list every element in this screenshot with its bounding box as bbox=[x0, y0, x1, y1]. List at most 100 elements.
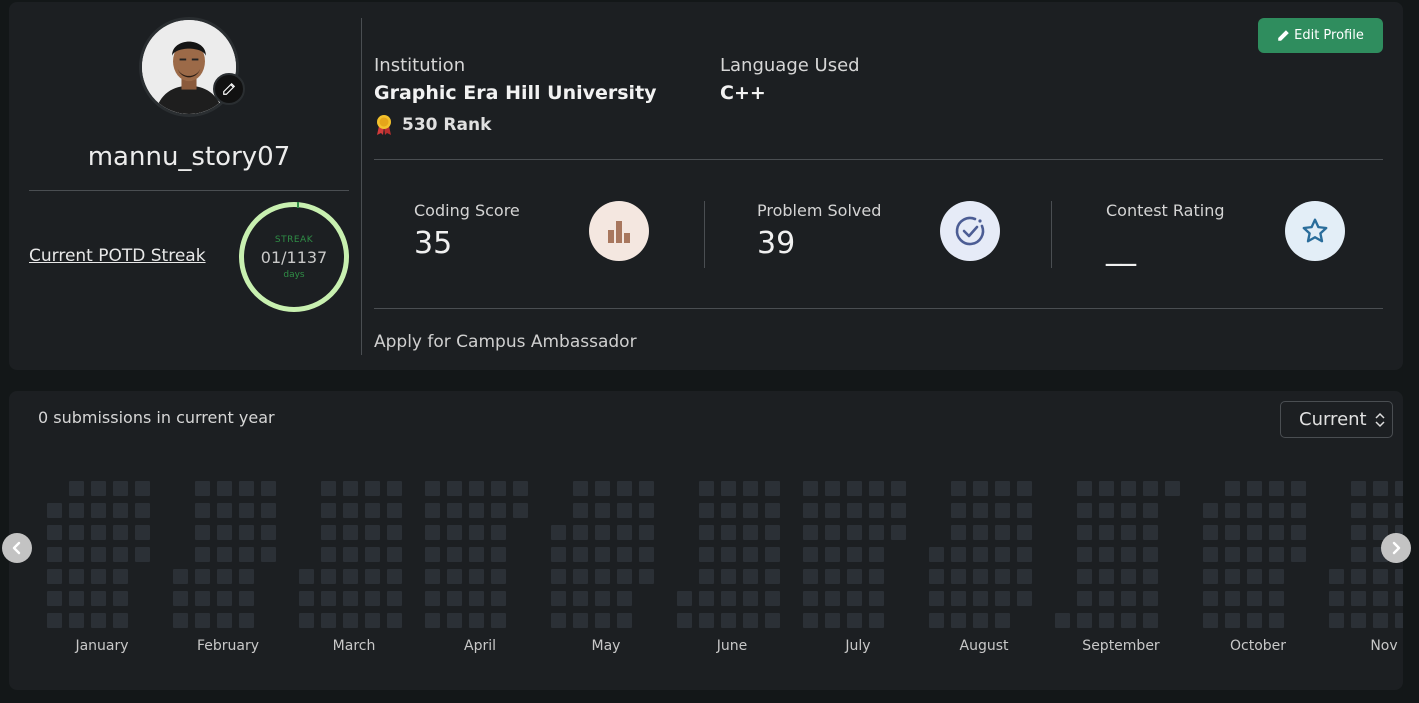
heatmap-cell[interactable] bbox=[951, 547, 966, 562]
heatmap-cell[interactable] bbox=[491, 525, 506, 540]
heatmap-cell[interactable] bbox=[995, 503, 1010, 518]
heatmap-cell[interactable] bbox=[113, 503, 128, 518]
heatmap-cell[interactable] bbox=[617, 525, 632, 540]
heatmap-cell[interactable] bbox=[1225, 547, 1240, 562]
heatmap-cell[interactable] bbox=[1099, 547, 1114, 562]
heatmap-cell[interactable] bbox=[1077, 503, 1092, 518]
heatmap-cell[interactable] bbox=[1121, 525, 1136, 540]
heatmap-cell[interactable] bbox=[639, 569, 654, 584]
heatmap-cell[interactable] bbox=[1247, 547, 1262, 562]
heatmap-cell[interactable] bbox=[699, 481, 714, 496]
heatmap-cell[interactable] bbox=[869, 591, 884, 606]
heatmap-cell[interactable] bbox=[1099, 525, 1114, 540]
heatmap-cell[interactable] bbox=[491, 547, 506, 562]
heatmap-cell[interactable] bbox=[513, 481, 528, 496]
heatmap-cell[interactable] bbox=[425, 569, 440, 584]
heatmap-cell[interactable] bbox=[951, 591, 966, 606]
heatmap-cell[interactable] bbox=[1225, 503, 1240, 518]
heatmap-cell[interactable] bbox=[469, 591, 484, 606]
heatmap-cell[interactable] bbox=[1203, 503, 1218, 518]
heatmap-cell[interactable] bbox=[299, 613, 314, 628]
heatmap-cell[interactable] bbox=[765, 591, 780, 606]
potd-streak-link[interactable]: Current POTD Streak bbox=[29, 246, 206, 266]
heatmap-cell[interactable] bbox=[239, 591, 254, 606]
heatmap-cell[interactable] bbox=[1055, 613, 1070, 628]
heatmap-cell[interactable] bbox=[1077, 547, 1092, 562]
heatmap-cell[interactable] bbox=[677, 613, 692, 628]
heatmap-cell[interactable] bbox=[469, 547, 484, 562]
heatmap-cell[interactable] bbox=[387, 525, 402, 540]
heatmap-cell[interactable] bbox=[343, 481, 358, 496]
heatmap-cell[interactable] bbox=[469, 613, 484, 628]
heatmap-cell[interactable] bbox=[173, 591, 188, 606]
heatmap-cell[interactable] bbox=[447, 547, 462, 562]
heatmap-cell[interactable] bbox=[617, 591, 632, 606]
heatmap-cell[interactable] bbox=[743, 481, 758, 496]
heatmap-cell[interactable] bbox=[113, 613, 128, 628]
heatmap-cell[interactable] bbox=[847, 613, 862, 628]
heatmap-cell[interactable] bbox=[425, 481, 440, 496]
heatmap-cell[interactable] bbox=[929, 569, 944, 584]
heatmap-cell[interactable] bbox=[1373, 481, 1388, 496]
heatmap-cell[interactable] bbox=[447, 525, 462, 540]
heatmap-cell[interactable] bbox=[1225, 525, 1240, 540]
heatmap-cell[interactable] bbox=[91, 525, 106, 540]
heatmap-cell[interactable] bbox=[113, 481, 128, 496]
heatmap-cell[interactable] bbox=[699, 503, 714, 518]
heatmap-cell[interactable] bbox=[1203, 525, 1218, 540]
heatmap-cell[interactable] bbox=[195, 613, 210, 628]
heatmap-cell[interactable] bbox=[173, 613, 188, 628]
heatmap-cell[interactable] bbox=[1121, 591, 1136, 606]
heatmap-cell[interactable] bbox=[1099, 591, 1114, 606]
heatmap-cell[interactable] bbox=[551, 525, 566, 540]
heatmap-cell[interactable] bbox=[995, 591, 1010, 606]
heatmap-cell[interactable] bbox=[469, 481, 484, 496]
heatmap-cell[interactable] bbox=[573, 503, 588, 518]
heatmap-cell[interactable] bbox=[469, 525, 484, 540]
heatmap-cell[interactable] bbox=[173, 569, 188, 584]
heatmap-cell[interactable] bbox=[617, 569, 632, 584]
heatmap-cell[interactable] bbox=[1247, 481, 1262, 496]
heatmap-cell[interactable] bbox=[239, 547, 254, 562]
heatmap-cell[interactable] bbox=[91, 503, 106, 518]
heatmap-cell[interactable] bbox=[239, 503, 254, 518]
heatmap-cell[interactable] bbox=[1269, 547, 1284, 562]
heatmap-cell[interactable] bbox=[1121, 503, 1136, 518]
heatmap-cell[interactable] bbox=[869, 613, 884, 628]
heatmap-cell[interactable] bbox=[639, 525, 654, 540]
heatmap-cell[interactable] bbox=[1203, 569, 1218, 584]
heatmap-cell[interactable] bbox=[847, 503, 862, 518]
heatmap-cell[interactable] bbox=[91, 547, 106, 562]
heatmap-cell[interactable] bbox=[47, 547, 62, 562]
heatmap-cell[interactable] bbox=[261, 481, 276, 496]
heatmap-cell[interactable] bbox=[69, 569, 84, 584]
heatmap-cell[interactable] bbox=[69, 547, 84, 562]
heatmap-cell[interactable] bbox=[869, 547, 884, 562]
heatmap-cell[interactable] bbox=[743, 569, 758, 584]
heatmap-cell[interactable] bbox=[365, 525, 380, 540]
campus-ambassador-link[interactable]: Apply for Campus Ambassador bbox=[374, 332, 637, 352]
heatmap-cell[interactable] bbox=[803, 613, 818, 628]
heatmap-cell[interactable] bbox=[803, 547, 818, 562]
heatmap-cell[interactable] bbox=[973, 569, 988, 584]
heatmap-cell[interactable] bbox=[425, 525, 440, 540]
heatmap-cell[interactable] bbox=[973, 591, 988, 606]
heatmap-cell[interactable] bbox=[1269, 591, 1284, 606]
heatmap-cell[interactable] bbox=[869, 525, 884, 540]
heatmap-cell[interactable] bbox=[91, 591, 106, 606]
heatmap-cell[interactable] bbox=[1017, 481, 1032, 496]
heatmap-cell[interactable] bbox=[321, 569, 336, 584]
heatmap-cell[interactable] bbox=[343, 613, 358, 628]
heatmap-cell[interactable] bbox=[491, 503, 506, 518]
heatmap-cell[interactable] bbox=[217, 525, 232, 540]
heatmap-cell[interactable] bbox=[869, 569, 884, 584]
heatmap-cell[interactable] bbox=[1017, 569, 1032, 584]
heatmap-cell[interactable] bbox=[217, 569, 232, 584]
heatmap-cell[interactable] bbox=[47, 503, 62, 518]
heatmap-cell[interactable] bbox=[425, 503, 440, 518]
heatmap-cell[interactable] bbox=[699, 525, 714, 540]
heatmap-cell[interactable] bbox=[47, 525, 62, 540]
heatmap-cell[interactable] bbox=[69, 503, 84, 518]
heatmap-cell[interactable] bbox=[491, 591, 506, 606]
heatmap-cell[interactable] bbox=[1143, 481, 1158, 496]
